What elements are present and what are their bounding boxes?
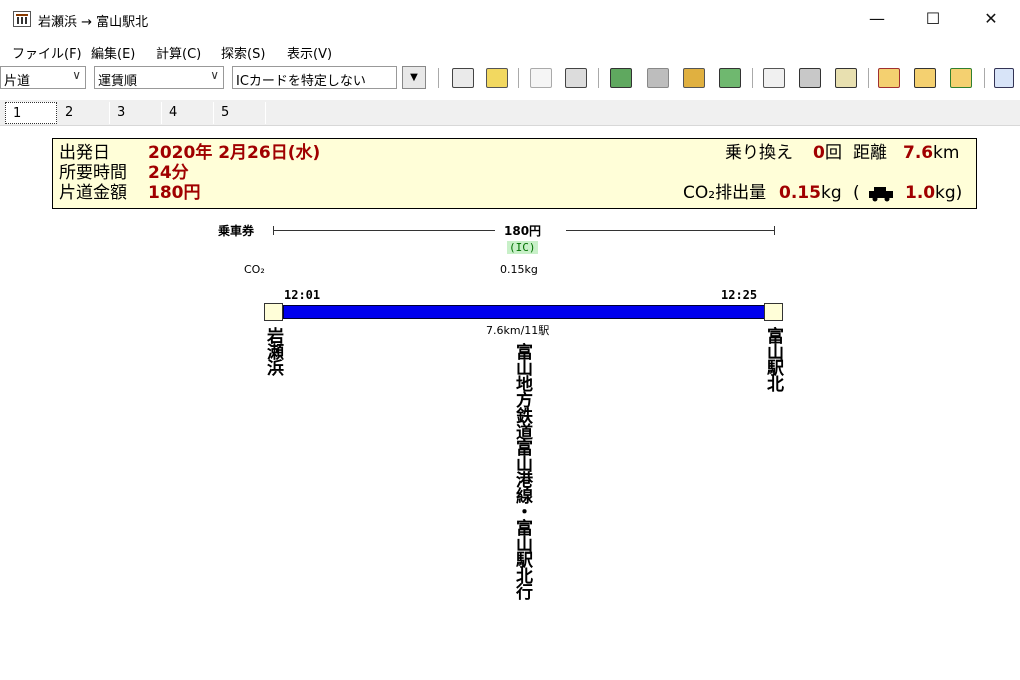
route-co2-label: CO₂ xyxy=(244,263,265,276)
co2-unit: kg xyxy=(821,183,842,203)
title-bar: 岩瀬浜 → 富山駅北 — ☐ ✕ xyxy=(0,0,1020,38)
route-icon[interactable] xyxy=(486,68,508,88)
ic-badge: (IC) xyxy=(507,241,538,254)
ic-card-dropdown-button[interactable]: ▼ xyxy=(402,66,426,89)
app-icon xyxy=(13,11,31,27)
maximize-button[interactable]: ☐ xyxy=(922,8,944,30)
prev-icon[interactable] xyxy=(878,68,900,88)
fare-line-end xyxy=(774,226,775,235)
segment-distance: 7.6km/11駅 xyxy=(486,324,550,337)
duration-label: 所要時間 xyxy=(59,163,127,183)
sort-order-select[interactable]: 運賃順 ∨ xyxy=(94,66,224,89)
tab-5[interactable]: 5 xyxy=(214,102,266,124)
summary-box: 出発日 2020年 2月26日(水) 所要時間 24分 片道金額 180円 乗り… xyxy=(52,138,977,209)
ic-icon[interactable] xyxy=(647,68,669,88)
toolbar-divider xyxy=(518,68,519,88)
trip-type-select[interactable]: 片道 ∨ xyxy=(0,66,86,89)
line-segment[interactable] xyxy=(283,305,765,319)
print-icon[interactable] xyxy=(799,68,821,88)
sort-order-value: 運賃順 xyxy=(98,74,138,89)
co2-value: 0.15 xyxy=(779,183,821,203)
menu-calc[interactable]: 計算(C) xyxy=(156,43,201,62)
route-fare: 180円 xyxy=(504,224,542,238)
menu-view[interactable]: 表示(V) xyxy=(287,43,332,62)
route-tabs: 1 2 3 4 5 xyxy=(0,100,1020,126)
origin-station-marker[interactable] xyxy=(264,303,283,321)
arrival-time: 12:25 xyxy=(721,288,758,302)
tab-4[interactable]: 4 xyxy=(162,102,214,124)
chevron-down-icon: ∨ xyxy=(72,68,81,82)
toolbar: 片道 ∨ 運賃順 ∨ ICカードを特定しない ▼ xyxy=(0,64,1020,92)
car-icon xyxy=(869,187,893,202)
route-co2-value: 0.15kg xyxy=(500,263,538,276)
departure-time: 12:01 xyxy=(284,288,321,302)
toolbar-divider xyxy=(752,68,753,88)
edit-icon[interactable] xyxy=(994,68,1014,88)
fare-line-left xyxy=(273,230,495,231)
trip-type-value: 片道 xyxy=(4,74,31,89)
menu-file[interactable]: ファイル(F) xyxy=(12,43,82,62)
car-co2-value: 1.0 xyxy=(905,183,936,203)
copy-icon[interactable] xyxy=(565,68,587,88)
menu-search[interactable]: 探索(S) xyxy=(221,43,265,62)
duration-value: 24分 xyxy=(148,163,189,183)
toolbar-divider xyxy=(984,68,985,88)
calendar-icon[interactable] xyxy=(452,68,474,88)
distance-value: 7.6 xyxy=(903,143,934,163)
window-icon[interactable] xyxy=(835,68,857,88)
car-paren: ( xyxy=(853,183,860,203)
co2-label: CO₂排出量 xyxy=(683,183,767,203)
transfers-unit: 回 xyxy=(825,143,842,163)
ic-card-value: ICカードを特定しない xyxy=(236,74,366,89)
fare-label: 片道金額 xyxy=(59,183,127,203)
departure-date: 2020年 2月26日(水) xyxy=(148,143,321,163)
memo-icon[interactable] xyxy=(763,68,785,88)
ic-card-select[interactable]: ICカードを特定しない xyxy=(232,66,397,89)
fare-value: 180円 xyxy=(148,183,201,203)
menu-bar: ファイル(F) 編集(E) 計算(C) 探索(S) 表示(V) xyxy=(0,40,1020,62)
toolbar-divider xyxy=(438,68,439,88)
tab-3[interactable]: 3 xyxy=(110,102,162,124)
menu-edit[interactable]: 編集(E) xyxy=(91,43,135,62)
timetable-icon[interactable] xyxy=(719,68,741,88)
close-button[interactable]: ✕ xyxy=(980,8,1002,30)
ticket-label: 乗車券 xyxy=(218,224,255,238)
minimize-button[interactable]: — xyxy=(866,8,888,30)
toolbar-divider xyxy=(868,68,869,88)
map-icon[interactable] xyxy=(683,68,705,88)
origin-station-name[interactable]: 岩瀬浜 xyxy=(263,327,283,375)
train-icon[interactable] xyxy=(610,68,632,88)
line-name[interactable]: 富山地方鉄道富山港線・富山駅北行 xyxy=(512,343,532,599)
route-diagram: 乗車券 180円 (IC) CO₂ 0.15kg 12:01 12:25 7.6… xyxy=(0,215,1020,680)
destination-station-name[interactable]: 富山駅北 xyxy=(763,327,783,391)
transfers-label: 乗り換え xyxy=(725,143,793,163)
search-icon[interactable] xyxy=(914,68,936,88)
transfers-value: 0 xyxy=(813,143,825,163)
fare-line-right xyxy=(566,230,774,231)
departure-label: 出発日 xyxy=(59,143,110,163)
tab-1[interactable]: 1 xyxy=(5,102,57,124)
toolbar-divider xyxy=(598,68,599,88)
next-icon[interactable] xyxy=(950,68,972,88)
window-title: 岩瀬浜 → 富山駅北 xyxy=(38,15,149,30)
distance-unit: km xyxy=(933,143,960,163)
tab-2[interactable]: 2 xyxy=(58,102,110,124)
chevron-down-icon: ∨ xyxy=(210,68,219,82)
car-co2-unit: kg) xyxy=(935,183,963,203)
express-icon[interactable] xyxy=(530,68,552,88)
destination-station-marker[interactable] xyxy=(764,303,783,321)
distance-label: 距離 xyxy=(853,143,887,163)
